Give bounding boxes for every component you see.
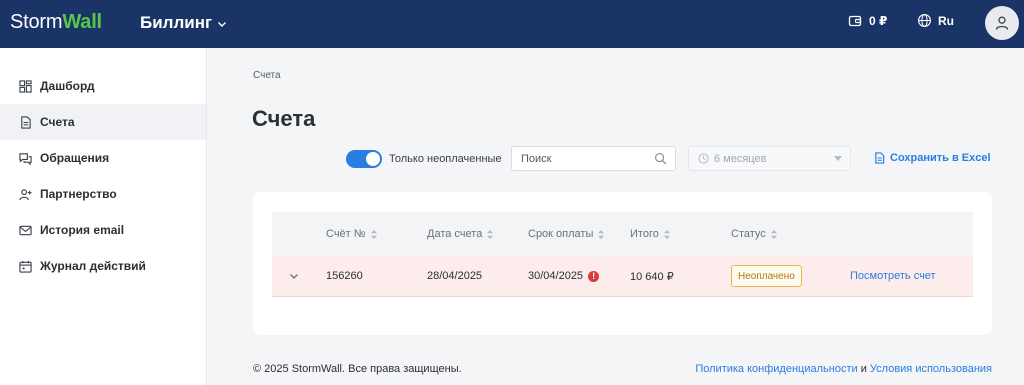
- invoice-number: 156260: [326, 270, 363, 282]
- column-header-number[interactable]: Счёт №: [326, 228, 377, 240]
- sidebar-item-label: Обращения: [40, 151, 110, 165]
- sort-icon: [663, 229, 670, 239]
- sidebar-item-partnership[interactable]: Партнерство: [0, 176, 206, 212]
- sidebar-item-label: История email: [40, 223, 125, 237]
- chat-icon: [19, 152, 32, 165]
- sort-icon: [770, 229, 777, 239]
- sort-icon: [487, 229, 494, 239]
- column-label: Дата счета: [427, 228, 483, 240]
- footer-and: и: [860, 363, 867, 375]
- sidebar-item-email-history[interactable]: История email: [0, 212, 206, 248]
- export-excel-button[interactable]: Сохранить в Excel: [874, 152, 991, 164]
- language-label: Ru: [938, 13, 954, 28]
- top-bar: StormWall Биллинг 0 ₽ Ru: [0, 0, 1024, 48]
- invoice-date: 28/04/2025: [427, 270, 483, 282]
- sort-icon: [598, 229, 605, 239]
- language-switcher[interactable]: Ru: [917, 13, 954, 28]
- copyright: © 2025 StormWall. Все права защищены.: [253, 363, 462, 375]
- document-icon: [21, 115, 31, 129]
- unpaid-only-toggle[interactable]: [346, 150, 382, 168]
- mail-icon: [19, 225, 32, 235]
- sort-icon: [370, 229, 377, 239]
- clock-icon: [698, 153, 709, 164]
- wallet-icon: [848, 15, 862, 27]
- product-switcher[interactable]: Биллинг: [140, 13, 227, 33]
- sidebar-item-dashboard[interactable]: Дашборд: [0, 68, 206, 104]
- table-row: 156260 28/04/2025 30/04/2025 ! 10 640 ₽ …: [272, 256, 973, 297]
- terms-of-use-link[interactable]: Условия использования: [870, 363, 992, 375]
- export-excel-label: Сохранить в Excel: [890, 152, 991, 164]
- search-input[interactable]: [512, 147, 652, 170]
- page-title: Счета: [252, 106, 316, 131]
- balance-value: 0 ₽: [869, 14, 888, 28]
- unpaid-only-label: Только неоплаченные: [389, 153, 502, 165]
- product-label: Биллинг: [140, 13, 213, 32]
- search-icon[interactable]: [654, 152, 667, 165]
- user-icon: [995, 16, 1009, 30]
- toggle-knob: [366, 152, 380, 166]
- balance-button[interactable]: 0 ₽: [848, 14, 887, 28]
- sidebar-item-action-log[interactable]: Журнал действий: [0, 248, 206, 284]
- view-invoice-link[interactable]: Посмотреть счет: [850, 270, 936, 282]
- sidebar-item-label: Партнерство: [40, 187, 117, 201]
- column-label: Итого: [630, 228, 659, 240]
- search-box: [511, 146, 676, 171]
- column-header-due-date[interactable]: Срок оплаты: [528, 228, 605, 240]
- chevron-down-icon: [218, 21, 227, 27]
- sidebar: Дашборд Счета Обращения Партнерство Исто…: [0, 48, 207, 385]
- sidebar-item-tickets[interactable]: Обращения: [0, 140, 206, 176]
- dashboard-icon: [19, 79, 32, 93]
- chevron-down-icon[interactable]: [289, 271, 299, 281]
- footer-links: Политика конфиденциальности и Условия ис…: [695, 363, 992, 375]
- sidebar-item-label: Журнал действий: [40, 259, 146, 273]
- breadcrumb[interactable]: Счета: [253, 70, 281, 81]
- period-select[interactable]: 6 месяцев: [688, 146, 851, 171]
- partner-icon: [19, 188, 32, 200]
- file-icon: [875, 152, 885, 164]
- caret-down-icon: [834, 156, 842, 161]
- column-label: Счёт №: [326, 228, 366, 240]
- logo[interactable]: StormWall: [10, 11, 102, 34]
- status-badge: Неоплачено: [731, 265, 802, 287]
- overdue-warning-icon: !: [588, 270, 600, 282]
- table-header: Счёт № Дата счета Срок оплаты Итого Стат…: [272, 212, 973, 256]
- column-label: Статус: [731, 228, 766, 240]
- column-header-date[interactable]: Дата счета: [427, 228, 494, 240]
- globe-icon: [918, 14, 931, 27]
- column-header-total[interactable]: Итого: [630, 228, 670, 240]
- column-header-status[interactable]: Статус: [731, 228, 777, 240]
- logo-wall: Wall: [62, 11, 102, 33]
- calendar-icon: [19, 260, 32, 273]
- sidebar-item-label: Счета: [40, 115, 75, 129]
- period-value: 6 месяцев: [714, 152, 767, 165]
- sidebar-item-invoices[interactable]: Счета: [0, 104, 206, 140]
- sidebar-item-label: Дашборд: [40, 79, 95, 93]
- logo-storm: Storm: [10, 11, 63, 33]
- invoice-total: 10 640 ₽: [630, 271, 674, 283]
- invoices-card: Счёт № Дата счета Срок оплаты Итого Стат…: [253, 192, 992, 335]
- avatar[interactable]: [985, 6, 1019, 40]
- privacy-policy-link[interactable]: Политика конфиденциальности: [695, 363, 857, 375]
- invoice-due-date: 30/04/2025 !: [528, 270, 600, 282]
- column-label: Срок оплаты: [528, 228, 594, 240]
- due-date-value: 30/04/2025: [528, 270, 584, 282]
